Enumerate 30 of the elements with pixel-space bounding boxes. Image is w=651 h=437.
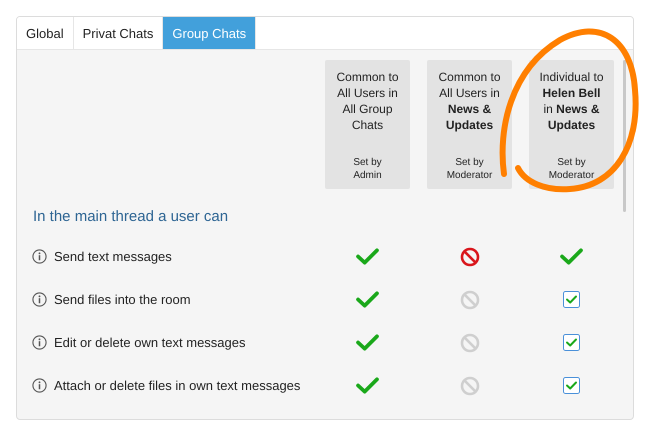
section-heading: In the main thread a user can — [33, 208, 230, 225]
tab[interactable]: Global — [17, 17, 74, 49]
column-footer: Set by Moderator — [542, 156, 600, 182]
info-icon[interactable] — [32, 292, 47, 307]
permission-label: Edit or delete own text messages — [54, 335, 246, 350]
tab[interactable]: Privat Chats — [74, 17, 164, 49]
checkbox[interactable] — [563, 291, 580, 308]
check-icon — [560, 248, 583, 265]
checkbox[interactable] — [563, 334, 580, 351]
permission-label: Attach or delete files in own text messages — [54, 378, 300, 393]
check-icon — [356, 291, 379, 308]
check-icon — [356, 248, 379, 265]
info-icon[interactable] — [32, 335, 47, 350]
column-title: Common to All Users in All Group Chats — [335, 69, 400, 133]
column-title: Common to All Users in News & Updates — [437, 69, 502, 133]
permission-label: Send text messages — [54, 249, 172, 264]
info-icon[interactable] — [32, 249, 47, 264]
permission-label: Send files into the room — [54, 292, 191, 307]
scrollbar[interactable] — [623, 60, 626, 212]
check-icon — [356, 334, 379, 351]
checkbox[interactable] — [563, 377, 580, 394]
column-footer: Set by Admin — [338, 156, 396, 182]
prohibited-icon — [460, 290, 480, 310]
check-icon — [356, 377, 379, 394]
info-icon[interactable] — [32, 378, 47, 393]
prohibited-icon — [460, 376, 480, 396]
column-footer: Set by Moderator — [440, 156, 498, 182]
prohibited-icon — [460, 246, 480, 266]
column-title: Individual to Helen Bell in News & Updates — [538, 69, 605, 133]
prohibited-icon — [460, 332, 480, 352]
